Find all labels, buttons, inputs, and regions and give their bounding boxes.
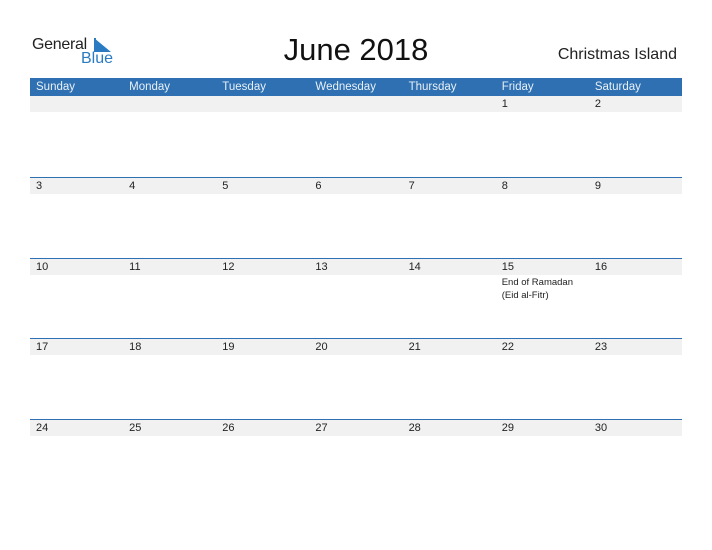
event-row — [30, 194, 682, 195]
day-number: 10 — [36, 260, 49, 273]
day-event — [216, 112, 309, 113]
day-number: 6 — [315, 180, 322, 192]
day-event — [30, 275, 123, 302]
event-row — [30, 436, 682, 437]
day-event — [309, 275, 402, 302]
day-number: 12 — [222, 260, 235, 273]
day-event — [589, 355, 682, 356]
day-event — [30, 436, 123, 437]
day-number: 28 — [408, 421, 421, 434]
day-number-row: 17 18 19 20 21 22 23 — [30, 339, 682, 355]
calendar-grid: Sunday Monday Tuesday Wednesday Thursday… — [30, 78, 682, 499]
day-number: 7 — [408, 180, 415, 192]
day-event — [403, 275, 496, 302]
day-event — [403, 194, 496, 195]
day-event — [123, 436, 216, 437]
day-event — [30, 112, 123, 113]
weekday-tuesday: Tuesday — [222, 81, 266, 93]
country-label: Christmas Island — [557, 46, 677, 63]
day-event — [403, 112, 496, 113]
event-row: End of Ramadan (Eid al-Fitr) — [30, 275, 682, 302]
day-number: 3 — [36, 180, 43, 192]
day-number: 8 — [501, 180, 508, 192]
day-number: 24 — [36, 421, 49, 434]
day-number: 16 — [594, 260, 608, 273]
day-event — [309, 436, 402, 437]
day-number: 13 — [315, 260, 328, 273]
day-number: 27 — [315, 421, 328, 434]
day-number: 4 — [129, 180, 136, 192]
day-number — [30, 96, 123, 112]
day-number: 11 — [129, 260, 141, 273]
day-event — [30, 194, 123, 195]
day-event — [496, 112, 589, 113]
day-event — [496, 436, 589, 437]
weekday-header: Sunday Monday Tuesday Wednesday Thursday… — [30, 78, 682, 96]
day-event — [216, 355, 309, 356]
day-number: 30 — [594, 421, 608, 434]
day-number — [309, 96, 402, 112]
day-event — [216, 436, 309, 437]
day-number — [123, 96, 216, 112]
week-row: 10 11 12 13 14 15 16 End of Ramadan (Eid al-Fit… — [30, 257, 682, 339]
event-row — [30, 355, 682, 356]
week-row: 17 18 19 20 21 22 23 — [30, 338, 682, 419]
day-event — [589, 194, 682, 195]
day-number: 19 — [222, 341, 235, 353]
day-number: 20 — [315, 341, 328, 353]
day-number-row: 3 4 5 6 7 8 9 — [30, 178, 682, 194]
weeks-container: 1 2 3 4 5 6 7 8 9 10 11 12 13 14 15 16 End of Ramadan (E… — [30, 96, 682, 499]
day-event — [30, 355, 123, 356]
day-number-row: 12 — [30, 96, 682, 112]
weekday-saturday: Saturday — [594, 81, 641, 93]
day-number: 23 — [594, 341, 608, 353]
day-number: 22 — [501, 341, 514, 353]
day-event — [216, 194, 309, 195]
day-event — [589, 112, 682, 113]
event-row — [30, 112, 682, 113]
day-event — [309, 355, 402, 356]
day-event — [123, 355, 216, 356]
day-event — [496, 355, 589, 356]
weekday-monday: Monday — [129, 81, 171, 93]
day-number: 2 — [594, 98, 601, 110]
day-event — [309, 194, 402, 195]
weekday-friday: Friday — [501, 81, 534, 93]
day-number — [403, 96, 496, 112]
day-number — [216, 96, 309, 112]
week-row: 12 — [30, 96, 682, 177]
day-number-row: 10 11 12 13 14 15 16 — [30, 258, 682, 275]
day-event — [216, 275, 309, 302]
day-number: 17 — [36, 341, 49, 353]
day-event — [309, 112, 402, 113]
weekday-sunday: Sunday — [36, 81, 76, 93]
day-number: 15 — [501, 260, 514, 273]
day-number: 9 — [594, 180, 601, 192]
day-event — [496, 194, 589, 195]
day-event — [123, 112, 216, 113]
day-number: 14 — [408, 260, 421, 273]
day-number: 1 — [501, 98, 508, 110]
day-event — [403, 355, 496, 356]
weekday-wednesday: Wednesday — [315, 81, 376, 93]
week-row: 3 4 5 6 7 8 9 — [30, 177, 682, 258]
day-event — [123, 194, 216, 195]
weekday-thursday: Thursday — [408, 81, 457, 93]
day-number: 18 — [129, 341, 142, 353]
week-row: 24 25 26 27 28 29 30 — [30, 418, 682, 500]
day-event: End of Ramadan (Eid al-Fitr) — [501, 276, 573, 301]
day-event — [403, 436, 496, 437]
day-number: 29 — [501, 421, 514, 434]
day-event — [589, 436, 682, 437]
day-event — [589, 275, 682, 302]
day-number: 26 — [222, 421, 235, 434]
day-number: 25 — [129, 421, 142, 434]
day-event — [123, 275, 216, 302]
day-number: 5 — [222, 180, 229, 192]
day-number-row: 24 25 26 27 28 29 30 — [30, 419, 682, 436]
day-number: 21 — [408, 341, 421, 353]
